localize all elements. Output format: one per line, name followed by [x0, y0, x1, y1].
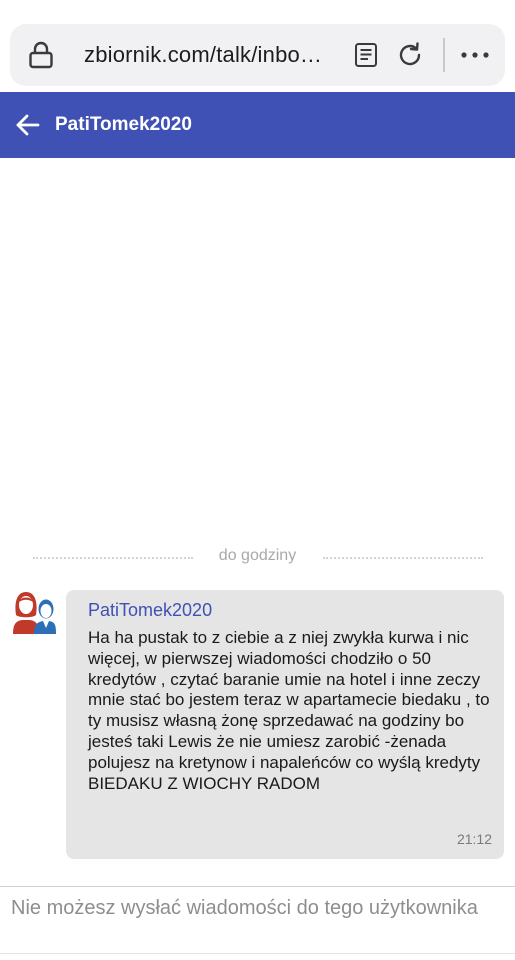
avatar[interactable]: [10, 588, 57, 635]
message-timestamp: 21:12: [456, 831, 492, 847]
url-text[interactable]: zbiornik.com/talk/inbo…: [84, 42, 322, 68]
reader-mode-icon[interactable]: [354, 42, 378, 68]
time-separator: do godziny: [0, 545, 515, 569]
conversation-title: PatiTomek2020: [55, 114, 192, 135]
composer-disabled-notice: Nie możesz wysłać wiadomości do tego uży…: [11, 897, 478, 919]
separator-line: [323, 557, 483, 559]
reload-icon[interactable]: [396, 41, 424, 69]
browser-toolbar: zbiornik.com/talk/inbo…: [0, 0, 515, 92]
message-text: Ha ha pustak to z ciebie a z niej zwykła…: [88, 628, 490, 793]
arrow-left-icon[interactable]: [14, 111, 42, 139]
address-bar[interactable]: zbiornik.com/talk/inbo…: [10, 24, 505, 86]
conversation-header: PatiTomek2020: [0, 92, 515, 158]
lock-icon: [29, 41, 53, 69]
more-icon[interactable]: [460, 46, 490, 64]
separator-label: do godziny: [218, 547, 297, 564]
bottom-divider: [0, 953, 515, 954]
toolbar-divider: [443, 38, 445, 72]
message-sender[interactable]: PatiTomek2020: [88, 600, 212, 621]
composer-divider: [0, 886, 515, 887]
message-bubble: PatiTomek2020 Ha ha pustak to z ciebie a…: [66, 590, 504, 859]
